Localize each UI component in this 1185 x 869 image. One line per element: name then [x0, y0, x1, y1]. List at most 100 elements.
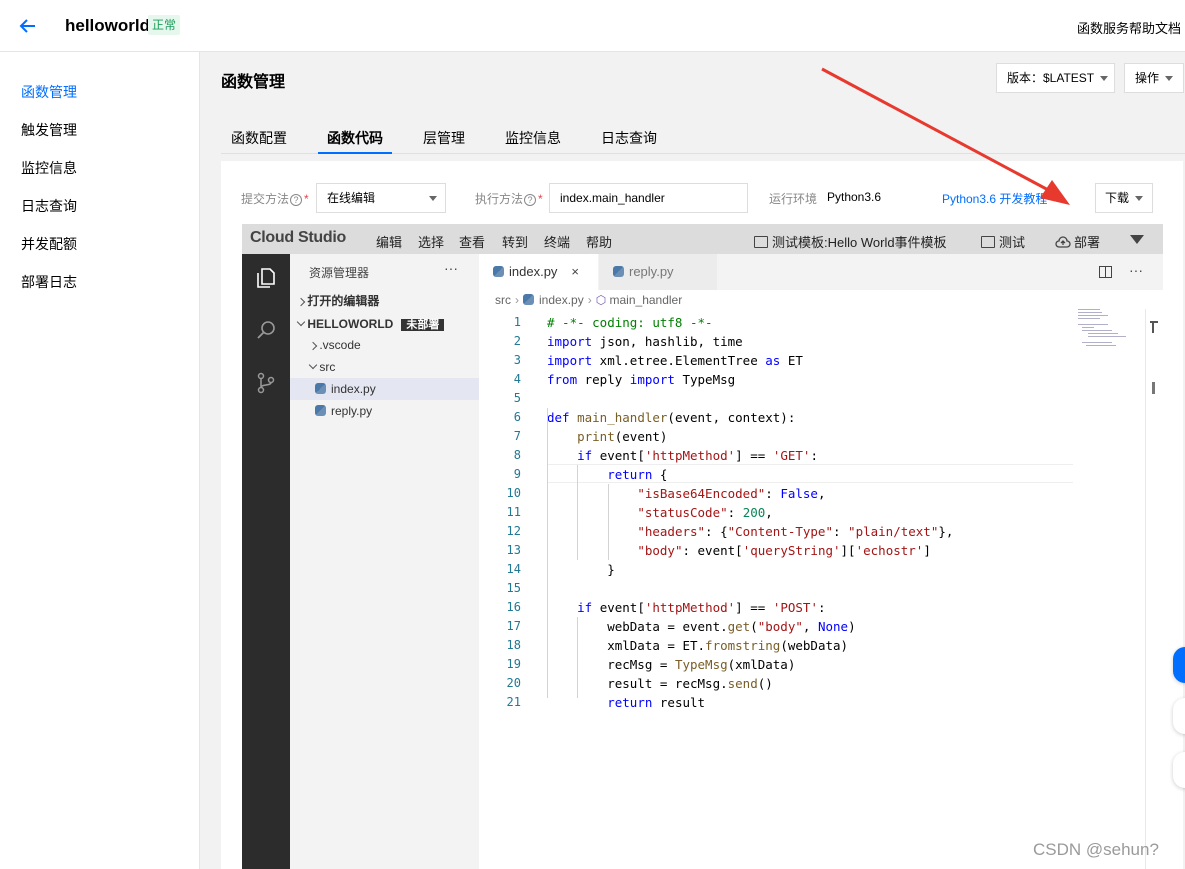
code-line[interactable]: def main_handler(event, context): [547, 408, 795, 427]
open-editors-section[interactable]: 打开的编辑器 [290, 290, 479, 312]
sidebar-item-function-management[interactable]: 函数管理 [21, 82, 77, 102]
tab-function-code[interactable]: 函数代码 [318, 128, 392, 154]
minimap[interactable] [1078, 309, 1130, 349]
minimap-line [1078, 318, 1100, 319]
tab-function-config[interactable]: 函数配置 [231, 128, 287, 154]
code-line[interactable]: return { [547, 465, 667, 484]
code-line[interactable]: result = recMsg.send() [547, 674, 773, 693]
code-line[interactable]: recMsg = TypeMsg(xmlData) [547, 655, 795, 674]
code-line[interactable]: "isBase64Encoded": False, [547, 484, 825, 503]
floating-top-button[interactable] [1173, 752, 1185, 788]
more-icon[interactable]: ··· [444, 260, 458, 276]
submit-method-select[interactable]: 在线编辑 [316, 183, 446, 213]
floating-feedback-button[interactable] [1173, 698, 1185, 734]
chevron-down-icon [429, 196, 437, 201]
tab-layer-management[interactable]: 层管理 [423, 128, 465, 154]
breadcrumb-symbol[interactable]: main_handler [610, 293, 683, 307]
tutorial-link[interactable]: Python3.6 开发教程 [942, 190, 1047, 207]
activity-bar [242, 254, 290, 869]
file-reply-py[interactable]: reply.py [290, 400, 479, 422]
operations-button[interactable]: 操作 [1124, 63, 1184, 93]
tab-monitoring[interactable]: 监控信息 [505, 128, 561, 154]
code-line[interactable]: return result [547, 693, 705, 712]
folder-vscode[interactable]: .vscode [290, 334, 479, 356]
minimap-line [1078, 315, 1108, 316]
sidebar-item-monitoring[interactable]: 监控信息 [21, 158, 77, 178]
menu-terminal[interactable]: 终端 [544, 232, 570, 251]
split-editor-icon[interactable] [1099, 266, 1112, 278]
close-icon[interactable]: × [571, 264, 579, 279]
editor-tab-index-py[interactable]: index.py × [479, 254, 598, 290]
menu-edit[interactable]: 编辑 [376, 232, 402, 251]
download-label: 下载 [1105, 191, 1130, 205]
menu-goto[interactable]: 转到 [502, 232, 528, 251]
scrollbar-thumb[interactable] [1152, 382, 1155, 394]
version-select[interactable]: 版本：$LATEST [996, 63, 1115, 93]
help-icon[interactable]: ? [290, 194, 303, 206]
file-index-py[interactable]: index.py [290, 378, 479, 400]
floating-help-button[interactable] [1173, 647, 1185, 683]
breadcrumb-src[interactable]: src [495, 293, 511, 307]
code-line[interactable]: xmlData = ET.fromstring(webData) [547, 636, 848, 655]
test-button[interactable]: 测试 [981, 232, 1025, 251]
minimap-line [1082, 342, 1112, 343]
code-card: 提交方法? * 在线编辑 执行方法? * index.main_handler 运行… [221, 161, 1183, 869]
code-line[interactable]: import xml.etree.ElementTree as ET [547, 351, 803, 370]
sidebar-item-deploy-log[interactable]: 部署日志 [21, 272, 77, 292]
code-line[interactable]: print(event) [547, 427, 667, 446]
code-line[interactable]: "statusCode": 200, [547, 503, 772, 522]
folder-src[interactable]: src [290, 356, 479, 378]
code-line[interactable]: if event['httpMethod'] == 'POST': [547, 598, 825, 617]
breadcrumb-file[interactable]: index.py [539, 293, 584, 307]
watermark: CSDN @sehun? [1033, 840, 1159, 859]
code-line[interactable]: # -*- coding: utf8 -*- [547, 313, 713, 332]
menu-select[interactable]: 选择 [418, 232, 444, 251]
chevron-down-icon [308, 360, 318, 370]
code-line[interactable]: if event['httpMethod'] == 'GET': [547, 446, 818, 465]
editor-tab-bar: index.py × reply.py ··· [479, 254, 1163, 290]
version-label: 版本：$LATEST [1007, 71, 1095, 85]
more-icon[interactable]: ··· [1129, 262, 1143, 278]
sidebar-item-log-query[interactable]: 日志查询 [21, 196, 77, 216]
required-mark: * [538, 192, 543, 206]
breadcrumb: src › index.py › ⬡ main_handler [495, 293, 682, 307]
help-icon[interactable]: ? [524, 194, 537, 206]
chevron-down-icon [1135, 196, 1144, 202]
files-icon[interactable] [254, 266, 278, 290]
code-line[interactable]: from reply import TypeMsg [547, 370, 735, 389]
template-icon [754, 236, 768, 248]
code-line[interactable]: import json, hashlib, time [547, 332, 743, 351]
minimap-line [1086, 345, 1116, 346]
cube-icon: ⬡ [595, 293, 610, 307]
source-control-icon[interactable] [254, 371, 278, 395]
editor-tab-reply-py[interactable]: reply.py [599, 254, 717, 290]
menu-view[interactable]: 查看 [459, 232, 485, 251]
line-number: 20 [506, 676, 521, 690]
chevron-down-icon[interactable] [1130, 235, 1144, 244]
search-icon[interactable] [254, 318, 278, 342]
menu-help[interactable]: 帮助 [586, 232, 612, 251]
required-mark: * [304, 192, 309, 206]
project-section[interactable]: HELLOWORLD 未部署 [290, 313, 479, 335]
sidebar-item-concurrency[interactable]: 并发配额 [21, 234, 77, 254]
line-number: 1 [513, 315, 521, 329]
code-line[interactable]: webData = event.get("body", None) [547, 617, 855, 636]
tab-log-query[interactable]: 日志查询 [601, 128, 657, 154]
editor-scrollbar[interactable] [1145, 309, 1159, 869]
python-file-icon [315, 383, 326, 394]
deploy-button[interactable]: 部署 [1055, 232, 1100, 251]
top-bar: helloworld 正常 函数服务帮助文档 [0, 0, 1185, 52]
line-number: 2 [513, 334, 521, 348]
code-line[interactable]: } [547, 560, 615, 579]
sidebar-item-trigger-management[interactable]: 触发管理 [21, 120, 77, 140]
test-template-button[interactable]: 测试模板:Hello World事件模板 [754, 232, 947, 251]
code-line[interactable]: "body": event['queryString']['echostr'] [547, 541, 931, 560]
chevron-right-icon [308, 341, 318, 351]
help-docs-link[interactable]: 函数服务帮助文档 [1077, 18, 1181, 37]
exec-method-input[interactable]: index.main_handler [549, 183, 748, 213]
download-button[interactable]: 下载 [1095, 183, 1153, 213]
back-arrow-icon[interactable] [18, 16, 38, 36]
line-number: 8 [513, 448, 521, 462]
chevron-right-icon: › [587, 293, 592, 307]
chevron-down-icon [1165, 76, 1174, 82]
